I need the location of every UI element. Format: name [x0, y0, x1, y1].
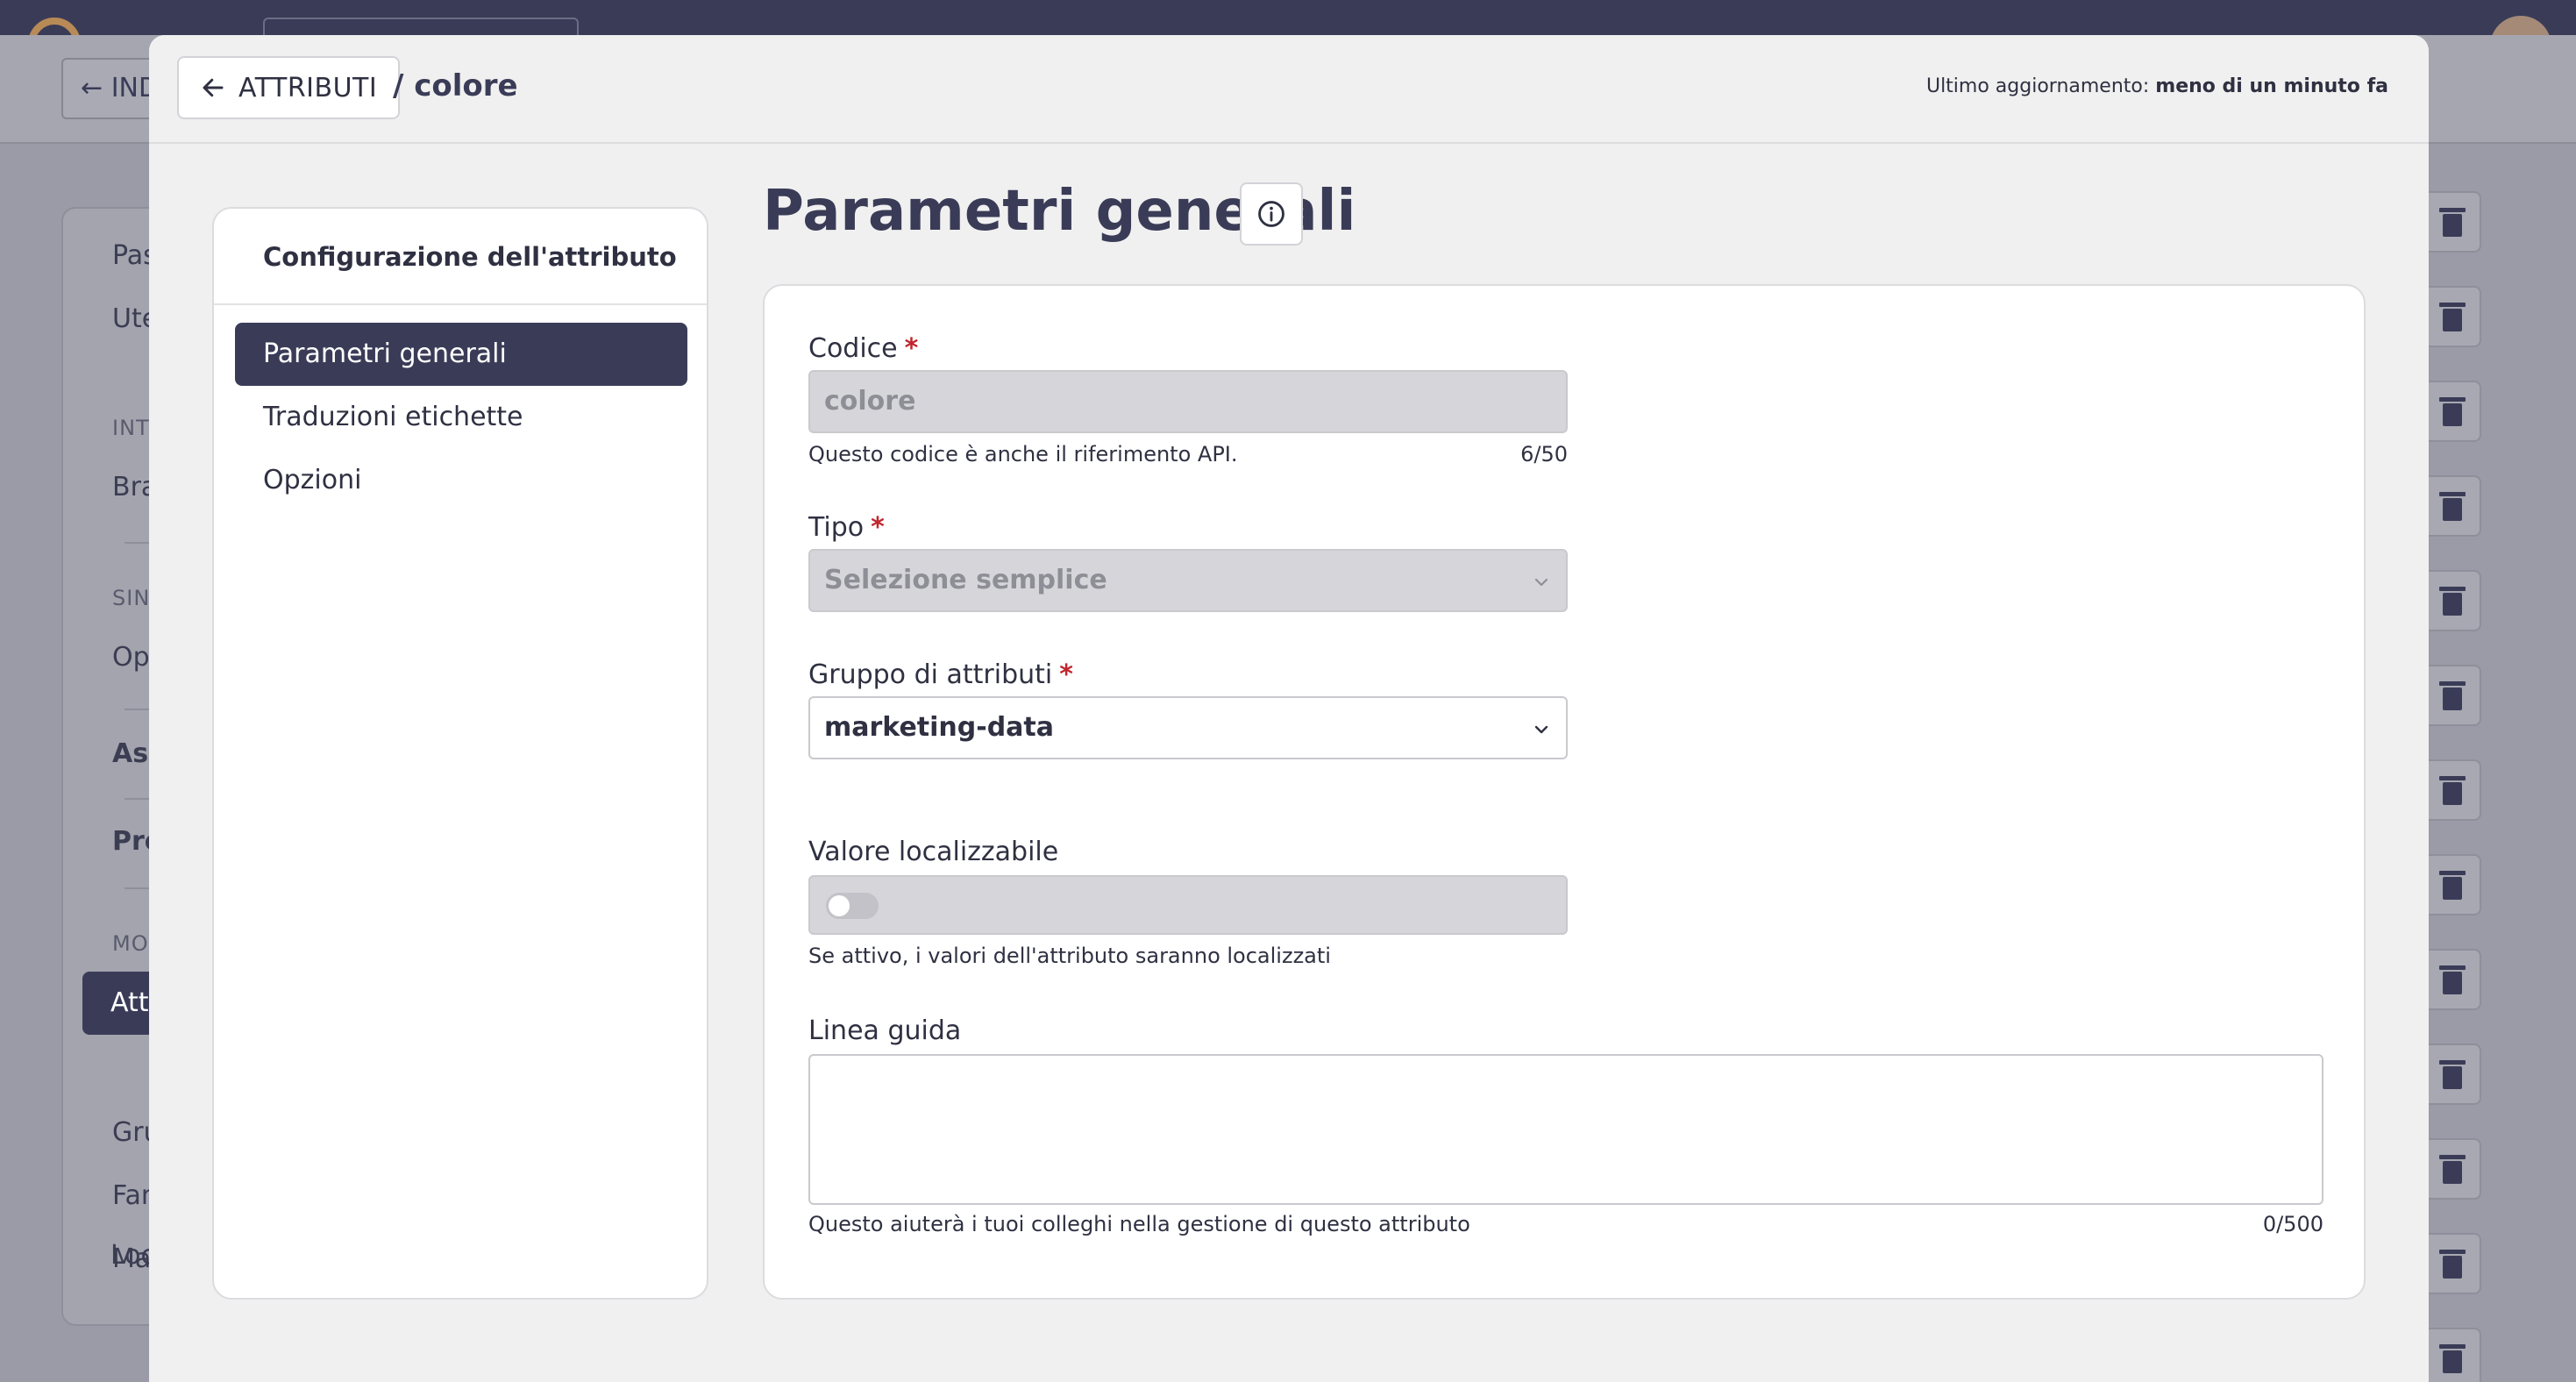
codice-field: colore [808, 370, 1568, 433]
background-sidebar-section: INT [112, 416, 150, 440]
trash-icon [2420, 1044, 2481, 1105]
tipo-select-value: Selezione semplice [824, 565, 1107, 595]
trash-icon [2420, 1138, 2481, 1200]
attribute-modal: ATTRIBUTI / colore Ultimo aggiornamento:… [149, 35, 2429, 1382]
trash-icon [2420, 759, 2481, 821]
general-params-form: Codice * colore Questo codice è anche il … [763, 284, 2366, 1300]
info-circle-icon [1258, 201, 1284, 227]
chevron-down-icon [1534, 578, 1548, 587]
linea-guida-counter: 0/500 [2262, 1212, 2323, 1236]
linea-guida-label: Linea guida [808, 1015, 962, 1046]
back-to-attributes-button[interactable]: ATTRIBUTI [177, 56, 401, 119]
gruppo-label: Gruppo di attributi * [808, 659, 1073, 690]
linea-guida-textarea[interactable] [808, 1054, 2323, 1205]
trash-icon [2420, 475, 2481, 537]
info-button[interactable] [1240, 182, 1303, 246]
nav-item-label-translations[interactable]: Traduzioni etichette [235, 386, 687, 449]
tipo-label: Tipo * [808, 512, 885, 543]
codice-label: Codice * [808, 333, 918, 364]
config-nav: Configurazione dell'attributo Parametri … [212, 207, 708, 1300]
nav-item-general-params[interactable]: Parametri generali [235, 323, 687, 386]
codice-helper: Questo codice è anche il riferimento API… [808, 442, 1238, 467]
gruppo-label-text: Gruppo di attributi [808, 659, 1053, 690]
breadcrumb: / colore [393, 68, 518, 103]
chevron-down-icon [1534, 725, 1548, 734]
trash-icon [2420, 949, 2481, 1010]
trash-icon [2420, 1233, 2481, 1294]
config-nav-divider [214, 303, 707, 305]
trash-icon [2420, 854, 2481, 915]
localizzabile-toggle [826, 893, 879, 919]
localizzabile-field [808, 875, 1568, 935]
required-asterisk: * [871, 512, 885, 543]
last-updated: Ultimo aggiornamento: meno di un minuto … [1926, 75, 2388, 97]
config-nav-title: Configurazione dell'attributo [263, 242, 677, 272]
localizzabile-label: Valore localizzabile [808, 837, 1059, 867]
trash-icon [2420, 286, 2481, 347]
linea-guida-helper: Questo aiuterà i tuoi colleghi nella ges… [808, 1212, 1470, 1236]
last-updated-label: Ultimo aggiornamento: [1925, 75, 2150, 97]
nav-item-options[interactable]: Opzioni [235, 449, 687, 512]
modal-header: ATTRIBUTI / colore Ultimo aggiornamento:… [149, 35, 2429, 144]
trash-icon [2420, 570, 2481, 631]
trash-icon [2420, 381, 2481, 442]
last-updated-value: meno di un minuto fa [2155, 75, 2388, 97]
localizzabile-helper: Se attivo, i valori dell'attributo saran… [808, 944, 1331, 968]
background-sidebar-section: MO [112, 931, 149, 956]
gruppo-select[interactable]: marketing-data [808, 696, 1568, 759]
arrow-left-icon [203, 78, 224, 97]
trash-icon [2420, 665, 2481, 726]
codice-label-text: Codice [808, 333, 898, 364]
background-sidebar-section: SIN [112, 586, 151, 610]
tipo-label-text: Tipo [808, 512, 865, 543]
toggle-knob [829, 895, 850, 916]
trash-icon [2420, 191, 2481, 253]
codice-counter: 6/50 [1520, 442, 1568, 467]
required-asterisk: * [904, 333, 919, 364]
gruppo-select-value: marketing-data [824, 712, 1055, 743]
trash-icon [2420, 1328, 2481, 1382]
back-button-label: ATTRIBUTI [238, 72, 378, 103]
required-asterisk: * [1059, 659, 1073, 690]
tipo-select: Selezione semplice [808, 549, 1568, 612]
